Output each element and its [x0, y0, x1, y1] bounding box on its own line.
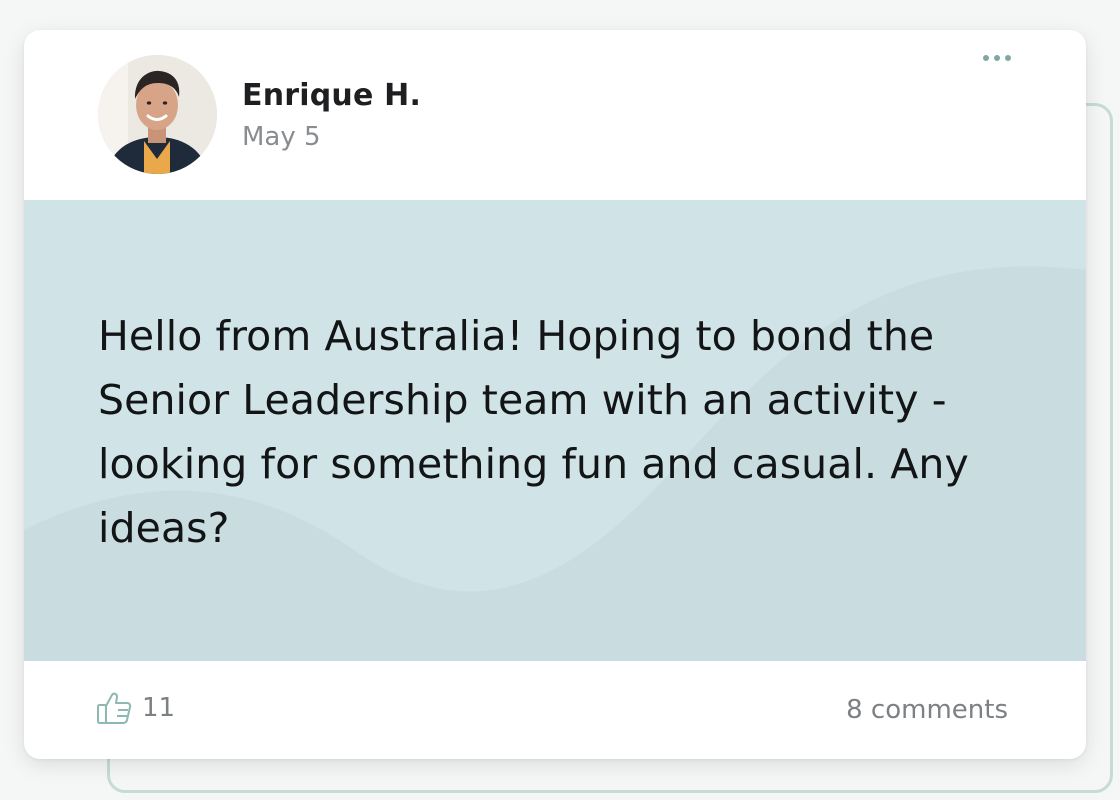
post-footer: 11 8 comments [24, 661, 1086, 759]
thumbs-up-icon [97, 692, 132, 724]
avatar[interactable] [98, 55, 217, 174]
person-portrait-icon [98, 55, 217, 174]
comments-link[interactable]: 8 comments [846, 695, 1008, 725]
post-header: Enrique H. May 5 [24, 30, 1086, 200]
like-button[interactable]: 11 [96, 691, 175, 725]
page: Enrique H. May 5 Hello from Australia! H… [0, 0, 1120, 800]
post-date: May 5 [242, 122, 321, 152]
post-card: Enrique H. May 5 Hello from Australia! H… [24, 30, 1086, 759]
more-options-button[interactable] [974, 44, 1020, 72]
more-horizontal-icon [983, 55, 1011, 61]
like-count: 11 [142, 693, 176, 723]
author-name[interactable]: Enrique H. [242, 78, 421, 113]
post-body: Hello from Australia! Hoping to bond the… [24, 200, 1086, 661]
post-message: Hello from Australia! Hoping to bond the… [98, 312, 969, 552]
